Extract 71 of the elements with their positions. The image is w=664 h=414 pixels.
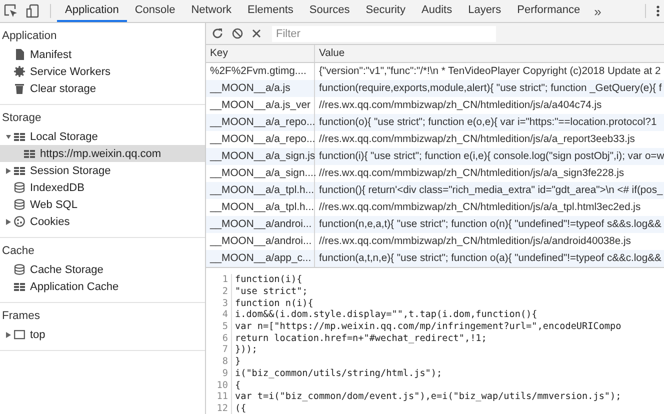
table-cell-text: //res.wx.qq.com/mmbizwap/zh_CN/htmledition/js/a/android40038e.js (318, 235, 632, 249)
section-title: Application (1, 29, 58, 44)
table-cell-text: function(n,e,a,t){ "use strict"; function o(n){ "undefined"!=typeof s&&s.log&& (318, 218, 662, 232)
table-cell-text: //res.wx.qq.com/mmbizwap/zh_CN/htmledition/js/a/a_sign3fe228.js (318, 167, 626, 181)
code-line: i("biz_common/utils/string/html.js"); (234, 368, 442, 379)
line-number: 7 (206, 344, 232, 356)
line-number: 10 (206, 379, 232, 391)
sidebar-item[interactable]: Manifest (0, 46, 205, 63)
table-cell: __MOON__a/androi... (206, 216, 315, 233)
filter-field[interactable]: Filter (272, 26, 496, 42)
tab[interactable]: Audits (414, 0, 460, 22)
sidebar-item[interactable]: IndexedDB (0, 179, 205, 196)
sidebar-item[interactable]: Web SQL (0, 196, 205, 213)
tab[interactable]: Sources (301, 0, 358, 22)
code-line: i.dom&&(i.dom.style.display="",t.tap(i.dom,function(){ (234, 309, 538, 320)
table-cell-text: function(o){ "use strict"; function e(o,e){ var i="https:"==location.protocol?1 (318, 116, 658, 130)
column-header[interactable]: Key (206, 45, 315, 62)
table-cell: __MOON__a/a.js (206, 80, 315, 97)
code-line: "use strict"; (234, 286, 308, 298)
sidebar-item[interactable]: Session Storage (0, 162, 205, 179)
table-cell-text: {"version":"v1","func":"/*!\n * TenVideoPlayer Copyright (c)2018 Update at 2 (318, 65, 662, 79)
column-header[interactable]: Value (315, 45, 664, 62)
tab[interactable]: Elements (240, 0, 302, 22)
sidebar-item[interactable]: Clear storage (0, 80, 205, 97)
tab[interactable]: Layers (460, 0, 510, 22)
sidebar-item[interactable]: Local Storage (0, 128, 205, 145)
table-cell-text: function(){ return'<div class="rich_media_extra" id="gdt_area">\n <# if(pos_ (318, 184, 664, 198)
sidebar-item[interactable]: Service Workers (0, 63, 205, 80)
tab[interactable]: Security (358, 0, 414, 22)
tab[interactable]: Network (183, 0, 240, 22)
code-line: function n(i){ (234, 298, 314, 309)
table-cell-text: //res.wx.qq.com/mmbizwap/zh_CN/htmledition/js/a/a404c74.js (318, 99, 603, 113)
sidebar-item[interactable]: Cookies (0, 213, 205, 230)
sidebar-item[interactable]: Cache Storage (0, 261, 205, 278)
table-cell-text: function(require,exports,module,alert){ "use strict"; function _GetQuery(e){ f (318, 82, 663, 96)
section-title: Cache (1, 244, 36, 259)
section-title: Frames (1, 309, 41, 324)
table-cell-text: function(a,t,n,e){ "use strict"; function o(a){ "undefined"!=typeof c&&c.log&& (318, 252, 662, 266)
tab[interactable]: Application (57, 0, 127, 22)
line-number: 3 (206, 297, 232, 310)
code-line: var n=["https://mp.weixin.qq.com/mp/infringement?url=",encodeURICompo (234, 321, 622, 332)
code-line: function(i){ (234, 274, 302, 286)
sidebar-item[interactable]: top (0, 326, 205, 343)
line-number: 12 (206, 402, 232, 414)
line-number: 11 (206, 390, 232, 403)
more-tabs-button[interactable]: » (588, 0, 608, 22)
code-line: var t=i("biz_common/dom/event.js"),e=i("biz_wap/utils/mmversion.js"); (234, 391, 622, 402)
code-line: ({ (234, 402, 246, 414)
line-number: 6 (206, 332, 232, 344)
line-number: 2 (206, 286, 232, 298)
table-cell: __MOON__a/app_c... (206, 250, 315, 267)
code-line: })); (234, 344, 258, 356)
tab[interactable]: Console (126, 0, 184, 22)
sidebar-item[interactable]: Application Cache (0, 278, 205, 295)
line-number: 1 (206, 274, 232, 286)
code-line: { (234, 380, 241, 391)
table-cell: __MOON__a/a_sign.js (206, 148, 315, 165)
code-line: return location.href=n+"#wechat_redirect",!1; (234, 332, 487, 344)
table-cell: __MOON__a/a_repo... (206, 114, 315, 131)
table-cell-text: function(i){ "use strict"; function e(i,e){ console.log("sign postObj",i); var o=w (318, 150, 664, 164)
sidebar-item[interactable]: https://mp.weixin.qq.com (0, 145, 205, 162)
table-cell-text: //res.wx.qq.com/mmbizwap/zh_CN/htmledition/js/a/a_tpl.html3ec2ed.js (318, 201, 642, 215)
line-number: 8 (206, 356, 232, 368)
line-number: 4 (206, 309, 232, 321)
table-cell: __MOON__a/a_tpl.h... (206, 182, 315, 199)
table-cell-text: //res.wx.qq.com/mmbizwap/zh_CN/htmledition/js/a/a_report3eeb33.js (318, 133, 636, 147)
line-number: 5 (206, 320, 232, 332)
tab[interactable]: Performance (509, 0, 588, 22)
line-number: 9 (206, 368, 232, 380)
section-title: Storage (1, 111, 42, 126)
code-line: } (234, 356, 241, 368)
